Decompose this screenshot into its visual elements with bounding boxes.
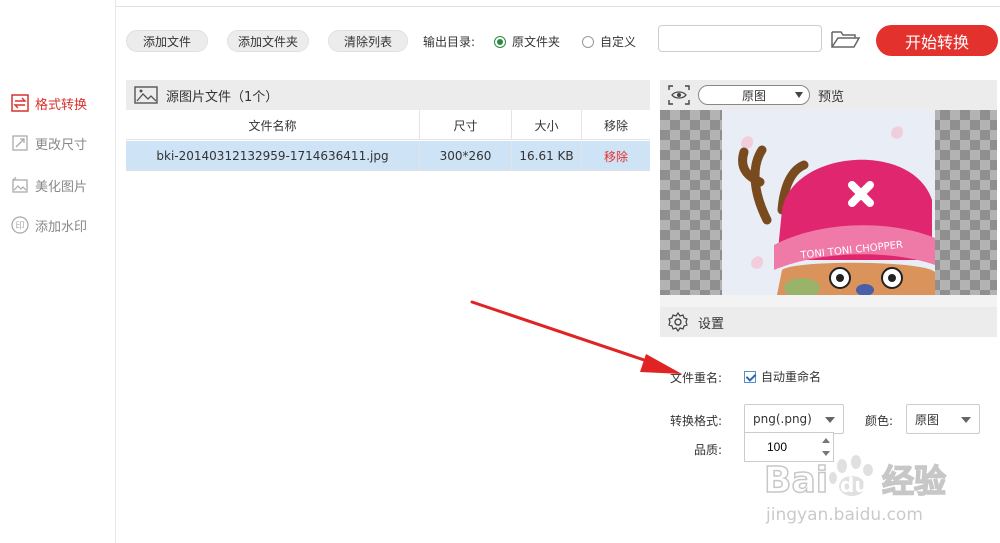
resize-icon <box>10 133 30 153</box>
output-path-input[interactable] <box>658 25 822 52</box>
auto-rename-label: 自动重命名 <box>761 370 822 384</box>
quality-stepper[interactable] <box>820 434 832 460</box>
format-value: png(.png) <box>753 412 812 426</box>
format-label: 转换格式: <box>670 414 723 428</box>
color-value: 原图 <box>915 412 940 427</box>
color-label: 颜色: <box>865 414 894 428</box>
source-files-header: 源图片文件（1个） <box>126 80 650 110</box>
table-row[interactable]: bki-20140312132959-1714636411.jpg 300*26… <box>126 141 650 171</box>
preview-canvas: TONI TONI CHOPPER <box>660 110 997 295</box>
right-panel: 原图 预览 TONI TONI CHOPPER 设置 文件重名: 自动重命名 转… <box>660 80 997 543</box>
sidebar-item-label: 格式转换 <box>35 97 88 113</box>
radio-dot <box>582 35 594 48</box>
preview-mode-select[interactable]: 原图 <box>698 85 810 105</box>
sidebar-item-label: 美化图片 <box>35 179 88 195</box>
column-header-dimensions[interactable]: 尺寸 <box>420 110 512 140</box>
settings-title: 设置 <box>698 316 725 332</box>
preview-image: TONI TONI CHOPPER <box>722 110 935 295</box>
image-icon <box>134 86 158 104</box>
output-dir-label: 输出目录: <box>423 35 476 49</box>
caret-down-icon <box>961 417 971 423</box>
svg-text:印: 印 <box>15 220 24 232</box>
sidebar-item-format-convert[interactable]: 格式转换 <box>10 92 87 114</box>
sidebar-item-resize[interactable]: 更改尺寸 <box>10 132 87 154</box>
radio-label: 自定义 <box>600 35 637 49</box>
source-files-title: 源图片文件（1个） <box>166 89 279 105</box>
caret-down-icon <box>795 92 803 98</box>
top-divider <box>116 6 1000 7</box>
caret-down-icon <box>825 417 835 423</box>
column-header-size[interactable]: 大小 <box>512 110 582 140</box>
sidebar-item-label: 更改尺寸 <box>35 137 88 153</box>
gear-icon <box>668 312 688 332</box>
add-folder-button[interactable]: 添加文件夹 <box>227 30 309 52</box>
quality-label: 品质: <box>694 443 723 457</box>
file-dimensions-cell: 300*260 <box>420 141 512 171</box>
radio-original-folder[interactable]: 原文件夹 <box>494 33 560 50</box>
color-select[interactable]: 原图 <box>906 404 980 434</box>
table-header: 文件名称 尺寸 大小 移除 <box>126 110 650 140</box>
swap-icon <box>10 93 30 113</box>
sidebar: 格式转换 更改尺寸 美化图片 印 添加水印 <box>0 0 116 543</box>
radio-dot <box>494 35 506 48</box>
column-header-remove: 移除 <box>603 118 628 133</box>
file-size-cell: 16.61 KB <box>512 141 582 171</box>
folder-open-icon[interactable] <box>830 28 862 50</box>
sidebar-item-beautify[interactable]: 美化图片 <box>10 174 87 196</box>
column-header-name[interactable]: 文件名称 <box>126 110 420 140</box>
radio-label: 原文件夹 <box>512 35 561 49</box>
clear-list-button[interactable]: 清除列表 <box>328 30 408 52</box>
file-name-cell: bki-20140312132959-1714636411.jpg <box>126 141 420 171</box>
beautify-icon <box>10 175 30 195</box>
checkbox-box <box>744 370 756 383</box>
sidebar-item-label: 添加水印 <box>35 219 88 235</box>
eye-icon[interactable] <box>668 85 690 105</box>
radio-custom[interactable]: 自定义 <box>582 33 636 50</box>
start-convert-button[interactable]: 开始转换 <box>876 25 998 56</box>
add-file-button[interactable]: 添加文件 <box>126 30 208 52</box>
settings-body: 文件重名: 自动重命名 转换格式: png(.png) 颜色: 原图 品质: <box>660 337 997 543</box>
source-files-panel: 源图片文件（1个） 文件名称 尺寸 大小 移除 bki-201403121329… <box>126 80 650 543</box>
preview-label: 预览 <box>818 89 845 105</box>
watermark-seal-icon: 印 <box>10 215 30 235</box>
auto-rename-checkbox[interactable]: 自动重命名 <box>744 368 821 385</box>
preview-mode-value: 原图 <box>741 88 766 103</box>
sidebar-item-watermark[interactable]: 印 添加水印 <box>10 214 87 236</box>
rename-label: 文件重名: <box>670 371 723 385</box>
remove-file-link[interactable]: 移除 <box>582 141 650 171</box>
settings-header: 设置 <box>660 307 997 337</box>
preview-header: 原图 预览 <box>660 80 997 110</box>
format-select[interactable]: png(.png) <box>744 404 844 434</box>
